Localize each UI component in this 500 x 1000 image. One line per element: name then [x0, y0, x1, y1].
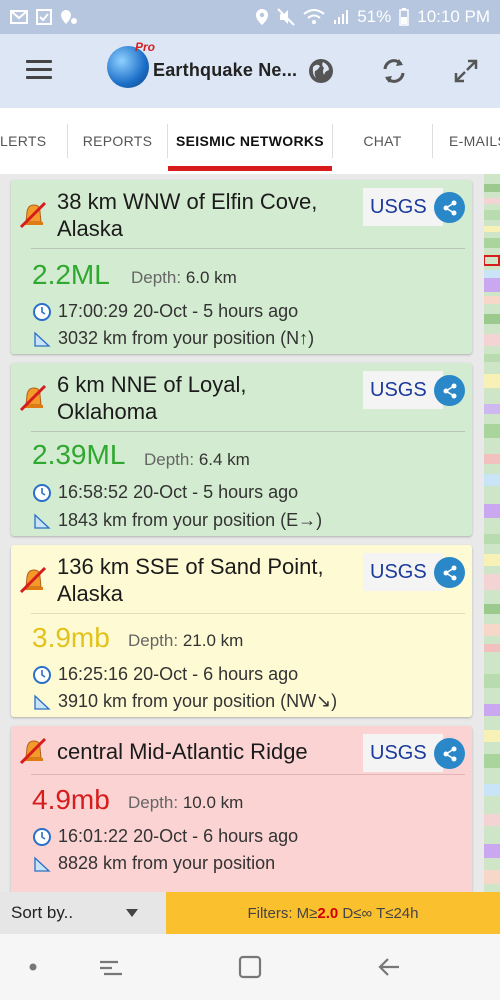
quake-magnitude: 3.9mb — [32, 622, 110, 653]
fullscreen-icon[interactable] — [451, 56, 481, 86]
sort-dropdown[interactable]: Sort by.. — [0, 892, 166, 934]
location-settings-icon — [61, 10, 77, 24]
filter-magnitude-value: 2.0 — [317, 904, 339, 922]
quake-magnitude: 4.9mb — [32, 784, 110, 815]
network-button[interactable]: USGS — [363, 553, 443, 591]
app-title: Earthquake Ne... — [153, 60, 298, 80]
quake-time: 16:58:52 20-Oct - 5 hours ago — [32, 482, 298, 503]
network-button[interactable]: USGS — [363, 734, 443, 772]
quake-list[interactable]: 38 km WNW of Elfin Cove, Alaska USGS 2.2M… — [0, 174, 484, 892]
globe-icon[interactable] — [306, 56, 336, 86]
battery-percent: 51% — [357, 7, 392, 26]
alarm-off-icon[interactable] — [18, 565, 48, 595]
wifi-icon — [303, 9, 325, 24]
ruler-icon — [34, 694, 51, 710]
card-divider — [31, 248, 465, 249]
quake-distance: 3032 km from your position (N↑) — [32, 328, 314, 349]
mute-icon — [277, 8, 295, 26]
share-icon[interactable] — [434, 375, 465, 406]
quake-depth: Depth: 6.0 km — [131, 268, 237, 287]
signal-icon — [334, 10, 349, 24]
battery-icon — [399, 8, 409, 26]
home-dot-icon[interactable] — [20, 954, 46, 980]
bottom-bar: Sort by.. Filters: M≥ 2.0 D≤∞ T≤24h — [0, 892, 500, 934]
app-logo: Pro — [107, 40, 155, 88]
quake-card[interactable]: 6 km NNE of Loyal, Oklahoma USGS 2.39ML D… — [11, 363, 472, 536]
tab-alerts[interactable]: LERTS — [0, 108, 66, 174]
notification-icons — [10, 9, 78, 25]
share-icon[interactable] — [434, 192, 465, 223]
card-divider — [31, 613, 465, 614]
share-icon[interactable] — [434, 557, 465, 588]
tab-chat[interactable]: CHAT — [333, 108, 432, 174]
filters-button[interactable]: Filters: M≥ 2.0 D≤∞ T≤24h — [166, 892, 500, 934]
app-bar: Pro Earthquake Ne... — [0, 34, 500, 108]
quake-distance: 3910 km from your position (NW↘) — [32, 691, 337, 712]
network-button[interactable]: USGS — [363, 188, 443, 226]
alarm-off-icon[interactable] — [18, 383, 48, 413]
back-icon[interactable] — [377, 954, 403, 980]
share-icon[interactable] — [434, 738, 465, 769]
alarm-off-icon[interactable] — [18, 200, 48, 230]
ruler-icon — [34, 331, 51, 347]
home-button-icon[interactable] — [237, 954, 263, 980]
quake-overview-scrollbar[interactable] — [484, 174, 500, 892]
checklist-icon — [36, 9, 52, 25]
system-icons: 51% 10:10 PM — [255, 7, 490, 27]
quake-location: 136 km SSE of Sand Point, Alaska — [57, 554, 324, 606]
clock-icon — [33, 665, 51, 684]
tab-bar: LERTS REPORTS SEISMIC NETWORKS CHAT E-MA… — [0, 108, 500, 174]
tab-reports[interactable]: REPORTS — [68, 108, 167, 174]
quake-card[interactable]: 136 km SSE of Sand Point, Alaska USGS 3.9… — [11, 545, 472, 717]
network-button[interactable]: USGS — [363, 371, 443, 409]
quake-time: 16:25:16 20-Oct - 6 hours ago — [32, 664, 298, 685]
quake-depth: Depth: 10.0 km — [128, 793, 244, 812]
quake-depth: Depth: 21.0 km — [128, 631, 244, 650]
tab-emails[interactable]: E-MAILS — [433, 108, 500, 174]
clock-icon — [33, 483, 51, 502]
recents-icon[interactable] — [98, 954, 124, 980]
quake-time: 16:01:22 20-Oct - 6 hours ago — [32, 826, 298, 847]
quake-location: 6 km NNE of Loyal, Oklahoma — [57, 372, 247, 424]
logo-pro-badge: Pro — [134, 40, 155, 54]
card-divider — [31, 431, 465, 432]
sort-label: Sort by.. — [11, 903, 74, 922]
clock-icon — [33, 827, 51, 846]
clock-icon — [33, 302, 51, 321]
quake-magnitude: 2.39ML — [32, 439, 126, 470]
quake-distance: 1843 km from your position (E→) — [32, 510, 322, 531]
quake-location: 38 km WNW of Elfin Cove, Alaska — [57, 189, 318, 241]
gmail-icon — [10, 10, 28, 24]
quake-magnitude: 2.2ML — [32, 259, 110, 290]
alarm-off-icon[interactable] — [18, 736, 48, 766]
quake-location: central Mid-Atlantic Ridge — [57, 739, 308, 764]
ruler-icon — [34, 856, 51, 872]
tab-seismic-networks[interactable]: SEISMIC NETWORKS — [168, 108, 332, 174]
menu-icon[interactable] — [26, 60, 52, 80]
active-tab-indicator — [168, 166, 332, 171]
quake-card[interactable]: central Mid-Atlantic Ridge USGS 4.9mb De… — [11, 726, 472, 892]
location-icon — [256, 9, 269, 25]
ruler-icon — [34, 513, 51, 529]
quake-card[interactable]: 38 km WNW of Elfin Cove, Alaska USGS 2.2M… — [11, 180, 472, 354]
quake-depth: Depth: 6.4 km — [144, 450, 250, 469]
clock: 10:10 PM — [417, 7, 490, 26]
quake-distance: 8828 km from your position — [32, 853, 275, 874]
quake-time: 17:00:29 20-Oct - 5 hours ago — [32, 301, 298, 322]
status-bar: 51% 10:10 PM — [0, 0, 500, 34]
card-divider — [31, 774, 465, 775]
navigation-bar — [0, 934, 500, 1000]
dropdown-arrow-icon[interactable] — [126, 909, 138, 917]
refresh-icon[interactable] — [379, 56, 409, 86]
